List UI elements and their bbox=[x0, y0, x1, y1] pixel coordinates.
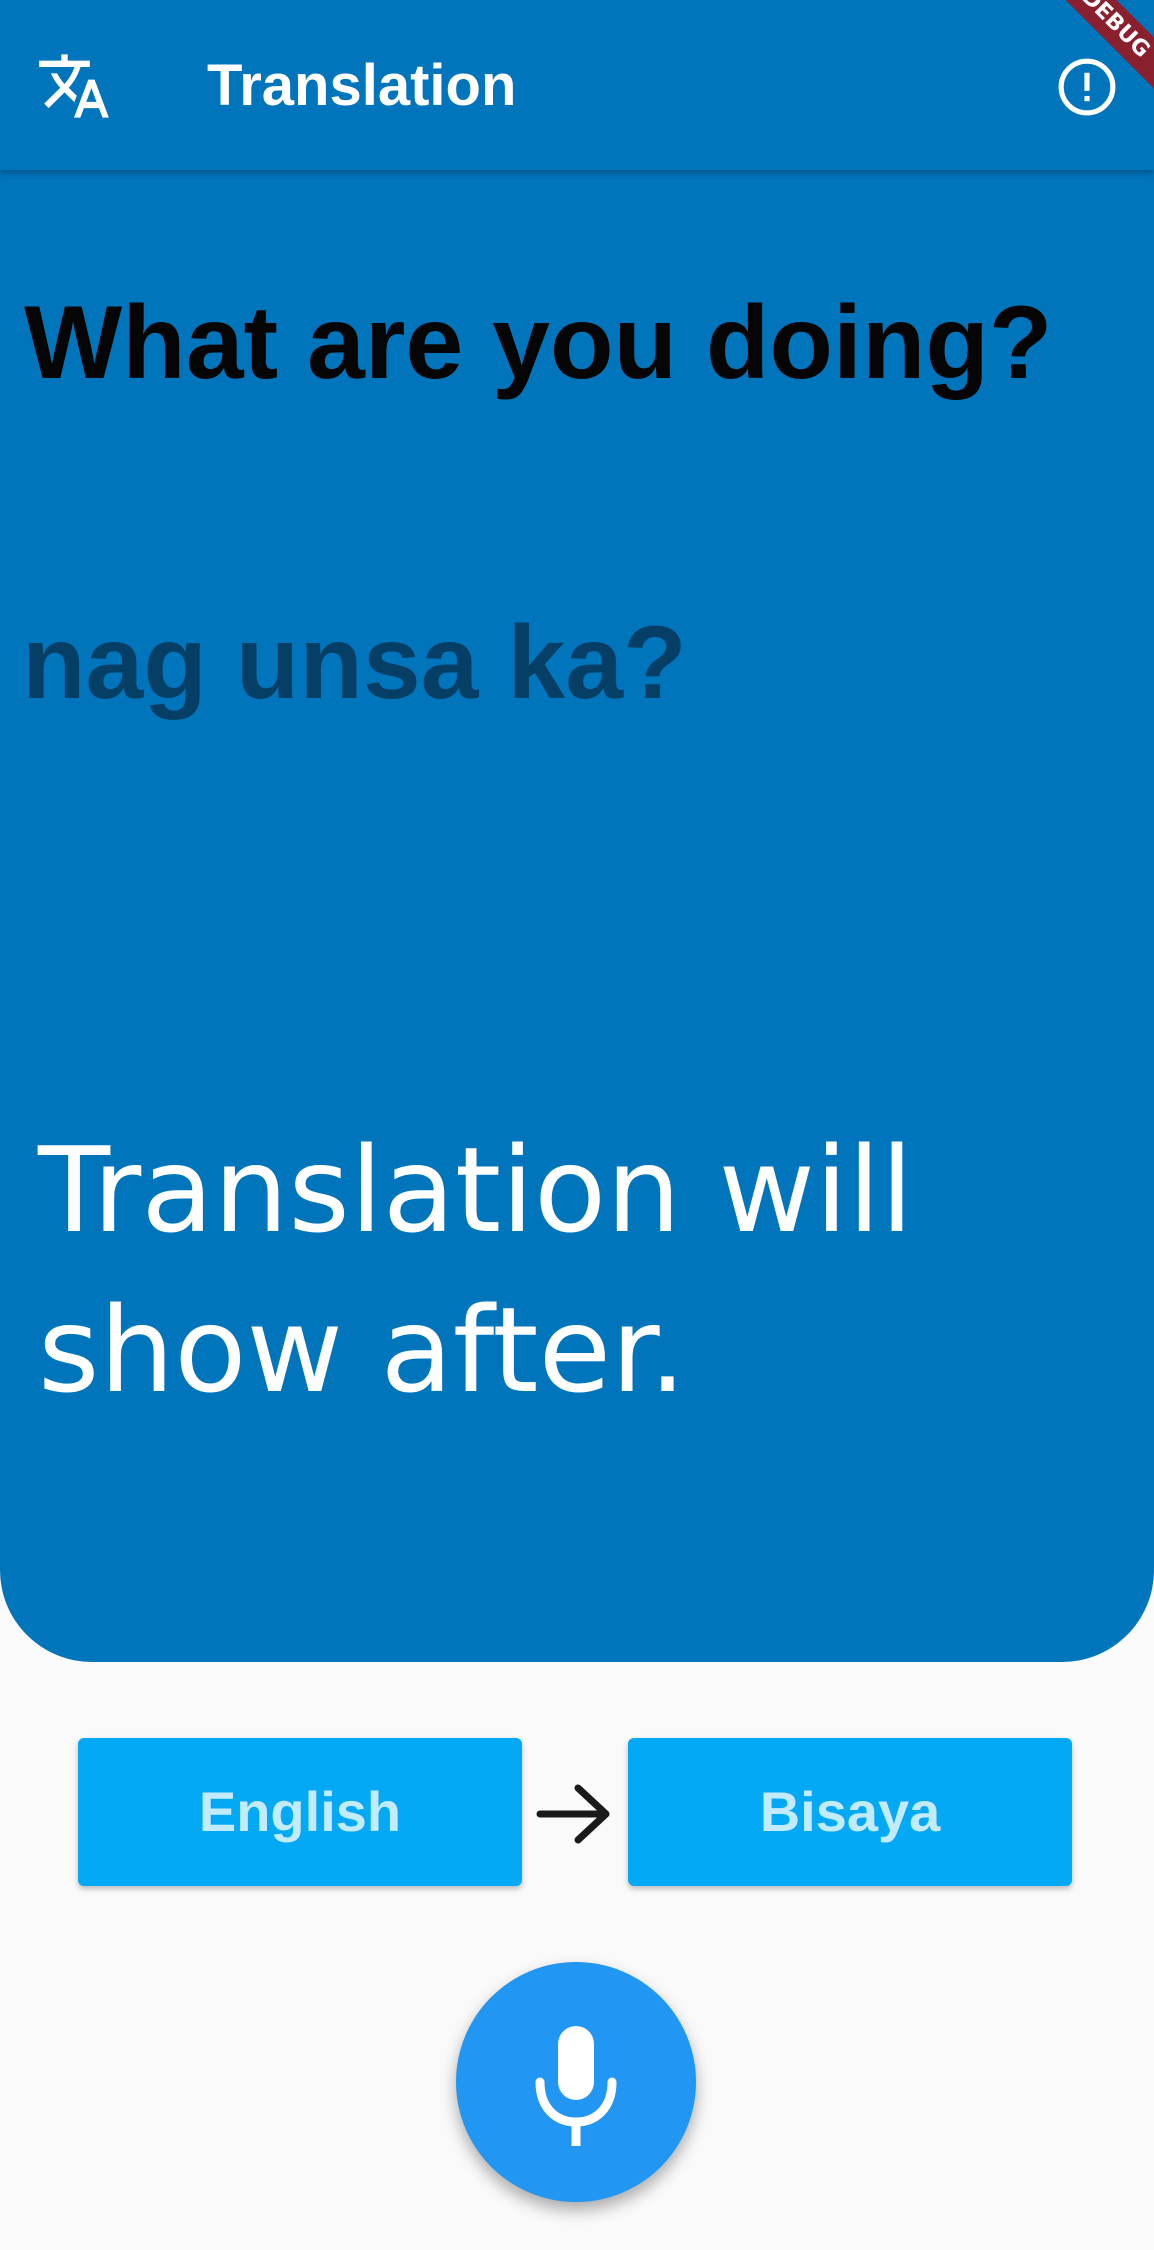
translation-hint: Translation will show after. bbox=[38, 1121, 914, 1419]
microphone-button[interactable] bbox=[456, 1962, 696, 2202]
app-bar: Translation bbox=[0, 0, 1154, 170]
translated-text: nag unsa ka? bbox=[22, 605, 687, 721]
translate-icon[interactable] bbox=[36, 48, 112, 124]
source-text: What are you doing? bbox=[24, 285, 1053, 401]
microphone-icon bbox=[535, 2026, 617, 2146]
translation-panel: What are you doing? nag unsa ka? Transla… bbox=[0, 0, 1154, 1662]
info-icon[interactable] bbox=[1056, 56, 1118, 118]
source-language-button[interactable]: English bbox=[78, 1738, 522, 1886]
target-language-button[interactable]: Bisaya bbox=[628, 1738, 1072, 1886]
app-title: Translation bbox=[207, 53, 517, 118]
arrow-right-icon bbox=[536, 1784, 610, 1844]
